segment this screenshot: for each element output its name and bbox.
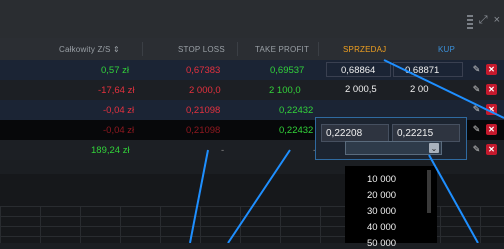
edit-icon[interactable]: ✎ bbox=[471, 144, 482, 155]
sell-price[interactable]: 0,68864 bbox=[341, 65, 375, 76]
quantity-option[interactable]: 30 000 bbox=[367, 206, 396, 217]
take-profit-value: 0,22432 bbox=[279, 105, 314, 116]
table-row[interactable]: 0,57 zł 0,67383 0,69537 0,68864 0,68871 … bbox=[0, 60, 504, 80]
sell-price-input[interactable]: 0,22208 bbox=[321, 124, 389, 142]
close-position-icon[interactable]: ✕ bbox=[486, 64, 497, 75]
stop-loss-value: 0,21098 bbox=[186, 125, 221, 136]
take-profit-value: 0,22432 bbox=[279, 125, 314, 136]
expand-icon[interactable]: ⤢ bbox=[479, 14, 488, 29]
column-divider bbox=[318, 42, 319, 56]
column-header-pnl[interactable]: Całkowity Z/S ⇕ bbox=[59, 45, 120, 54]
table-header: Całkowity Z/S ⇕ STOP LOSS TAKE PROFIT SP… bbox=[0, 38, 504, 60]
close-position-icon[interactable]: ✕ bbox=[486, 144, 497, 155]
dropdown-scrollbar[interactable] bbox=[427, 170, 431, 213]
column-header-take-profit[interactable]: TAKE PROFIT bbox=[255, 45, 309, 54]
sort-icon[interactable]: ⇕ bbox=[113, 45, 120, 54]
column-header-stop-loss[interactable]: STOP LOSS bbox=[178, 45, 225, 54]
chevron-down-icon[interactable]: ⌄ bbox=[429, 143, 439, 153]
stop-loss-value: 2 000,0 bbox=[189, 85, 221, 96]
column-header-buy[interactable]: KUP bbox=[438, 45, 455, 54]
pnl-value: 0,57 zł bbox=[101, 65, 129, 76]
quantity-option[interactable]: 50 000 bbox=[367, 238, 396, 249]
quantity-option[interactable]: 10 000 bbox=[367, 174, 396, 185]
stop-loss-value: 0,67383 bbox=[186, 65, 221, 76]
take-profit-value: 0,69537 bbox=[270, 65, 305, 76]
edit-icon[interactable]: ✎ bbox=[471, 104, 482, 115]
buy-price-input[interactable]: 0,22215 bbox=[392, 124, 460, 142]
close-position-icon[interactable]: ✕ bbox=[486, 84, 497, 95]
stop-loss-value: - bbox=[221, 145, 225, 156]
buy-price[interactable]: 0,68871 bbox=[405, 65, 439, 76]
sell-price[interactable]: 2 000,5 bbox=[345, 84, 377, 95]
quantity-option[interactable]: 20 000 bbox=[367, 190, 396, 201]
edit-icon[interactable]: ✎ bbox=[471, 84, 482, 95]
pnl-value: -0,04 zł bbox=[103, 105, 135, 116]
quantity-option[interactable]: 40 000 bbox=[367, 222, 396, 233]
column-divider bbox=[237, 42, 238, 56]
column-header-sell[interactable]: SPRZEDAJ bbox=[343, 45, 386, 54]
table-row[interactable]: -17,64 zł 2 000,0 2 100,0 2 000,5 2 00 ✎… bbox=[0, 80, 504, 100]
edit-icon[interactable]: ✎ bbox=[471, 124, 482, 135]
close-position-icon[interactable]: ✕ bbox=[486, 104, 497, 115]
window-titlebar: ⤢ × bbox=[0, 0, 504, 38]
close-position-icon[interactable]: ✕ bbox=[486, 124, 497, 135]
take-profit-value: 2 100,0 bbox=[269, 85, 301, 96]
pnl-value: -0,04 zł bbox=[103, 125, 135, 136]
column-divider bbox=[142, 42, 143, 56]
stop-loss-value: 0,21098 bbox=[186, 105, 221, 116]
edit-icon[interactable]: ✎ bbox=[471, 64, 482, 75]
buy-price[interactable]: 2 00 bbox=[410, 84, 429, 95]
grip-icon[interactable] bbox=[466, 15, 473, 29]
total-pnl-value: 189,24 zł bbox=[91, 145, 130, 156]
pnl-value: -17,64 zł bbox=[98, 85, 135, 96]
close-icon[interactable]: × bbox=[494, 14, 500, 29]
quantity-dropdown[interactable]: 10 000 20 000 30 000 40 000 50 000 bbox=[345, 166, 437, 249]
quantity-select[interactable]: ⌄ bbox=[345, 141, 442, 155]
